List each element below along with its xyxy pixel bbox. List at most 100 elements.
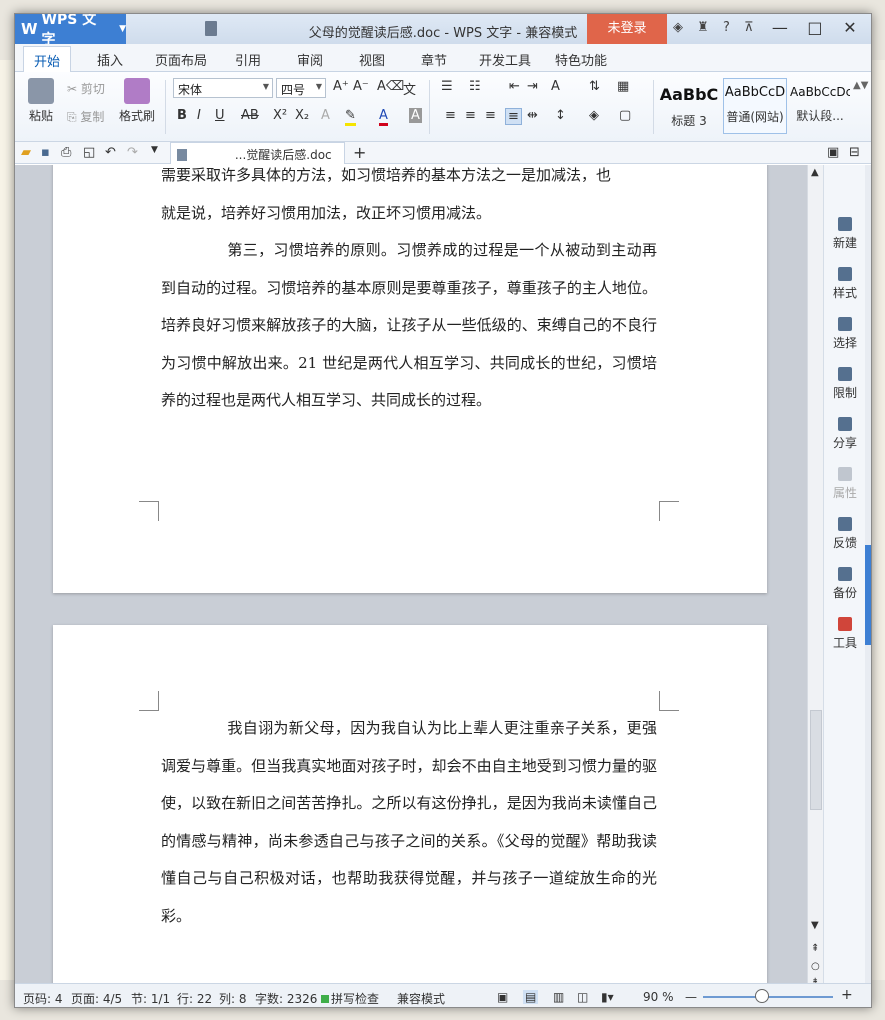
tab-home[interactable]: 开始 — [23, 46, 72, 72]
vertical-scrollbar[interactable]: ▲ ▼ ⇞ ○ ⇟ — [807, 165, 823, 988]
line-spacing-icon[interactable]: ↕ — [555, 108, 566, 123]
page-4: 需要采取许多具体的方法，如习惯培养的基本方法之一是加减法，也 就是说，培养好习惯… — [53, 165, 767, 593]
style-preview: AaBbC — [659, 85, 719, 104]
change-case-icon[interactable]: A — [551, 79, 560, 94]
italic-icon[interactable]: I — [197, 108, 201, 123]
side-label: 分享 — [832, 436, 857, 450]
maximize-icon[interactable]: □ — [800, 18, 830, 37]
underline-icon[interactable]: U — [215, 108, 225, 123]
style-name: 默认段... — [796, 109, 844, 123]
tab-view[interactable]: 视图 — [359, 50, 385, 69]
bold-icon[interactable]: B — [177, 108, 187, 123]
pinyin-icon[interactable]: 文 — [403, 79, 416, 98]
scroll-thumb[interactable] — [810, 710, 822, 810]
style-normal-web[interactable]: AaBbCcD 普通(网站) — [723, 78, 787, 134]
align-center-icon[interactable]: ≡ — [465, 108, 476, 123]
zoom-in-icon[interactable]: + — [841, 987, 853, 1003]
tab-special[interactable]: 特色功能 — [555, 50, 607, 69]
fullscreen-view-icon[interactable]: ▣ — [497, 990, 508, 1004]
collapse-icon[interactable]: ⊼ — [744, 20, 754, 35]
document-tab[interactable]: ...觉醒读后感.doc × — [170, 142, 345, 177]
cut-button[interactable]: ✂ 剪切 — [67, 80, 105, 97]
numbering-icon[interactable]: ☷ — [469, 79, 481, 94]
prev-page-icon[interactable]: ⇞ — [811, 943, 819, 954]
outline-view-icon[interactable]: ▥ — [553, 990, 564, 1004]
sort-icon[interactable]: ⇅ — [589, 79, 600, 94]
align-left-icon[interactable]: ≡ — [445, 108, 456, 123]
undo-icon[interactable]: ↶ — [105, 145, 116, 160]
quick-access-toolbar: ▰ ▪ ⎙ ◱ ↶ ↷ ▼ ...觉醒读后感.doc × + ▣ ⊟ — [15, 142, 871, 177]
web-view-icon[interactable]: ◫ — [577, 990, 588, 1004]
style-default-para[interactable]: AaBbCcDc 默认段... — [789, 78, 851, 134]
decrease-indent-icon[interactable]: ⇤ — [509, 79, 520, 94]
page-view-icon[interactable]: ▤ — [523, 990, 539, 1004]
window-switch-icon[interactable]: ▣ — [827, 145, 839, 160]
style-heading3[interactable]: AaBbC 标题 3 — [657, 78, 721, 134]
side-style-button[interactable]: 样式 — [824, 267, 866, 301]
side-feedback-button[interactable]: 反馈 — [824, 517, 866, 551]
tab-review[interactable]: 审阅 — [297, 50, 323, 69]
side-share-button[interactable]: 分享 — [824, 417, 866, 451]
text-effect-icon[interactable]: A — [321, 108, 330, 123]
paste-button[interactable]: 粘贴 — [23, 78, 59, 124]
justify-icon[interactable]: ≡ — [505, 108, 522, 125]
scroll-down-icon[interactable]: ▼ — [811, 920, 819, 931]
minimize-icon[interactable]: — — [765, 18, 795, 37]
side-tools-button[interactable]: 工具 — [824, 617, 866, 651]
window-controls: — □ ✕ — [765, 18, 865, 37]
table-icon[interactable]: ▦ — [617, 79, 629, 94]
style-gallery-scroll-icon[interactable]: ▲▼ — [853, 80, 868, 91]
print-icon[interactable]: ⎙ — [61, 145, 71, 160]
shrink-font-icon[interactable]: A⁻ — [353, 79, 369, 94]
collapse-ribbon-icon[interactable]: ⊟ — [849, 145, 860, 160]
shading-icon[interactable]: ◈ — [589, 108, 599, 123]
new-tab-icon[interactable]: + — [353, 143, 366, 162]
border-icon[interactable]: ▢ — [619, 108, 631, 123]
increase-indent-icon[interactable]: ⇥ — [527, 79, 538, 94]
font-name-select[interactable]: 宋体 ▼ — [173, 78, 273, 98]
bullets-icon[interactable]: ☰ — [441, 79, 453, 94]
strikethrough-icon[interactable]: AB — [241, 108, 259, 123]
clear-format-icon[interactable]: A⌫ — [377, 79, 404, 94]
format-painter-button[interactable]: 格式刷 — [117, 78, 157, 124]
redo-icon[interactable]: ↷ — [127, 145, 138, 160]
align-right-icon[interactable]: ≡ — [485, 108, 496, 123]
select-browse-icon[interactable]: ○ — [811, 961, 820, 972]
shield-icon[interactable]: ◈ — [673, 20, 683, 35]
open-icon[interactable]: ▰ — [21, 145, 31, 160]
save-icon[interactable]: ▪ — [41, 145, 50, 160]
scroll-up-icon[interactable]: ▲ — [811, 167, 819, 178]
font-color-icon[interactable]: A — [379, 108, 388, 126]
distribute-icon[interactable]: ⇹ — [527, 108, 538, 123]
tab-insert[interactable]: 插入 — [97, 50, 123, 69]
status-word-count[interactable]: 字数: 2326 — [255, 990, 317, 1007]
panel-toggle-handle[interactable] — [865, 545, 871, 645]
copy-button[interactable]: ⎘ 复制 — [67, 108, 104, 125]
login-button[interactable]: 未登录 — [587, 14, 667, 44]
tab-page-layout[interactable]: 页面布局 — [155, 50, 207, 69]
tab-references[interactable]: 引用 — [235, 50, 261, 69]
superscript-icon[interactable]: X² — [273, 108, 287, 123]
font-size-select[interactable]: 四号 ▼ — [276, 78, 326, 98]
side-select-button[interactable]: 选择 — [824, 317, 866, 351]
highlight-icon[interactable]: ✎ — [345, 108, 356, 126]
tab-developer[interactable]: 开发工具 — [479, 50, 531, 69]
grow-font-icon[interactable]: A⁺ — [333, 79, 349, 94]
read-mode-icon[interactable]: ▮▾ — [601, 990, 614, 1004]
side-properties-button[interactable]: 属性 — [824, 467, 866, 501]
spellcheck-toggle[interactable]: 拼写检查 — [321, 990, 379, 1007]
zoom-slider-knob[interactable] — [754, 989, 769, 1003]
close-icon[interactable]: ✕ — [835, 18, 865, 37]
zoom-level[interactable]: 90 % — [643, 990, 674, 1004]
char-shading-icon[interactable]: A — [409, 108, 422, 123]
shirt-icon[interactable]: ♜ — [697, 20, 709, 35]
tab-chapter[interactable]: 章节 — [421, 50, 447, 69]
qat-dropdown-icon[interactable]: ▼ — [151, 145, 158, 155]
help-icon[interactable]: ? — [723, 20, 730, 35]
zoom-out-icon[interactable]: — — [685, 990, 697, 1004]
side-backup-button[interactable]: 备份 — [824, 567, 866, 601]
print-preview-icon[interactable]: ◱ — [83, 145, 95, 160]
side-new-button[interactable]: 新建 — [824, 217, 866, 251]
side-restrict-button[interactable]: 限制 — [824, 367, 866, 401]
subscript-icon[interactable]: X₂ — [295, 108, 309, 123]
